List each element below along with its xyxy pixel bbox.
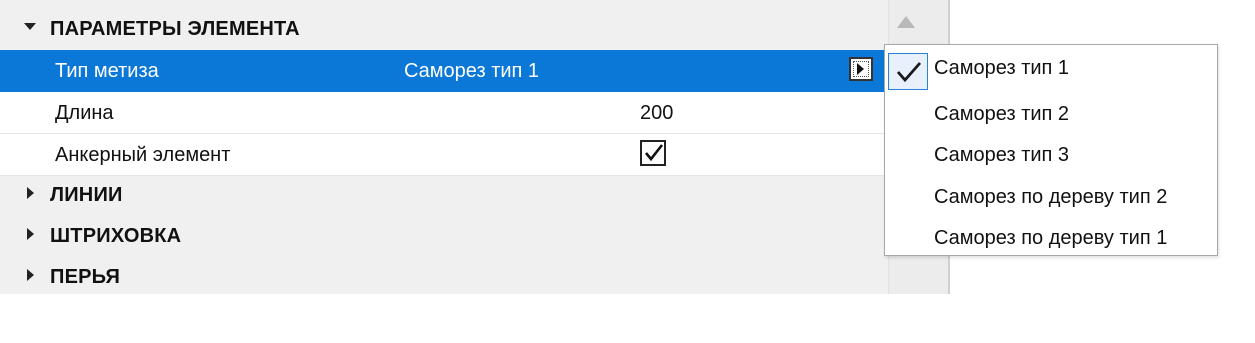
- properties-panel: ПАРАМЕТРЫ ЭЛЕМЕНТА Тип метиза Саморез ти…: [0, 0, 950, 294]
- menu-item-label: Саморез по дереву тип 1: [934, 227, 1168, 249]
- section-title: ШТРИХОВКА: [50, 225, 182, 247]
- section-pens[interactable]: ПЕРЬЯ: [0, 256, 888, 296]
- menu-item-option-1[interactable]: Саморез тип 1: [885, 49, 1217, 90]
- property-row-length[interactable]: Длина 200: [0, 92, 888, 134]
- selected-indicator: [888, 53, 928, 90]
- dropdown-toggle-button[interactable]: [849, 57, 873, 81]
- section-element-params[interactable]: ПАРАМЕТРЫ ЭЛЕМЕНТА: [0, 8, 888, 48]
- checkmark-icon: [645, 144, 664, 162]
- fastener-type-dropdown-menu: Саморез тип 1 Саморез тип 2 Саморез тип …: [884, 44, 1218, 256]
- scroll-up-arrow-icon[interactable]: [897, 16, 915, 28]
- menu-item-label: Саморез тип 3: [934, 144, 1070, 166]
- menu-item-option-2[interactable]: Саморез тип 2: [885, 91, 1217, 132]
- length-value-field[interactable]: 200: [640, 102, 673, 125]
- section-hatching[interactable]: ШТРИХОВКА: [0, 215, 888, 255]
- menu-item-option-3[interactable]: Саморез тип 3: [885, 132, 1217, 173]
- menu-item-option-5[interactable]: Саморез по дереву тип 1: [885, 215, 1217, 256]
- triangle-right-icon: [857, 63, 864, 75]
- property-name: Анкерный элемент: [55, 144, 231, 166]
- property-row-fastener-type[interactable]: Тип метиза Саморез тип 1: [0, 50, 888, 92]
- menu-item-label: Саморез тип 2: [934, 103, 1070, 125]
- expand-arrow-right-icon[interactable]: [27, 228, 34, 240]
- expand-arrow-right-icon[interactable]: [27, 187, 34, 199]
- expand-arrow-right-icon[interactable]: [27, 269, 34, 281]
- menu-item-option-4[interactable]: Саморез по дереву тип 2: [885, 174, 1217, 215]
- expand-arrow-down-icon[interactable]: [24, 23, 36, 30]
- section-title: ПЕРЬЯ: [50, 266, 121, 288]
- section-title: ЛИНИИ: [50, 184, 123, 206]
- property-row-anchor-element[interactable]: Анкерный элемент: [0, 134, 888, 176]
- property-name: Длина: [55, 102, 114, 124]
- section-lines[interactable]: ЛИНИИ: [0, 174, 888, 214]
- anchor-element-checkbox[interactable]: [640, 140, 666, 166]
- section-title: ПАРАМЕТРЫ ЭЛЕМЕНТА: [50, 18, 300, 40]
- checkmark-icon: [896, 62, 922, 83]
- property-name: Тип метиза: [55, 60, 159, 82]
- menu-item-label: Саморез тип 1: [934, 57, 1070, 79]
- property-value: Саморез тип 1: [404, 60, 540, 82]
- menu-item-label: Саморез по дереву тип 2: [934, 186, 1168, 208]
